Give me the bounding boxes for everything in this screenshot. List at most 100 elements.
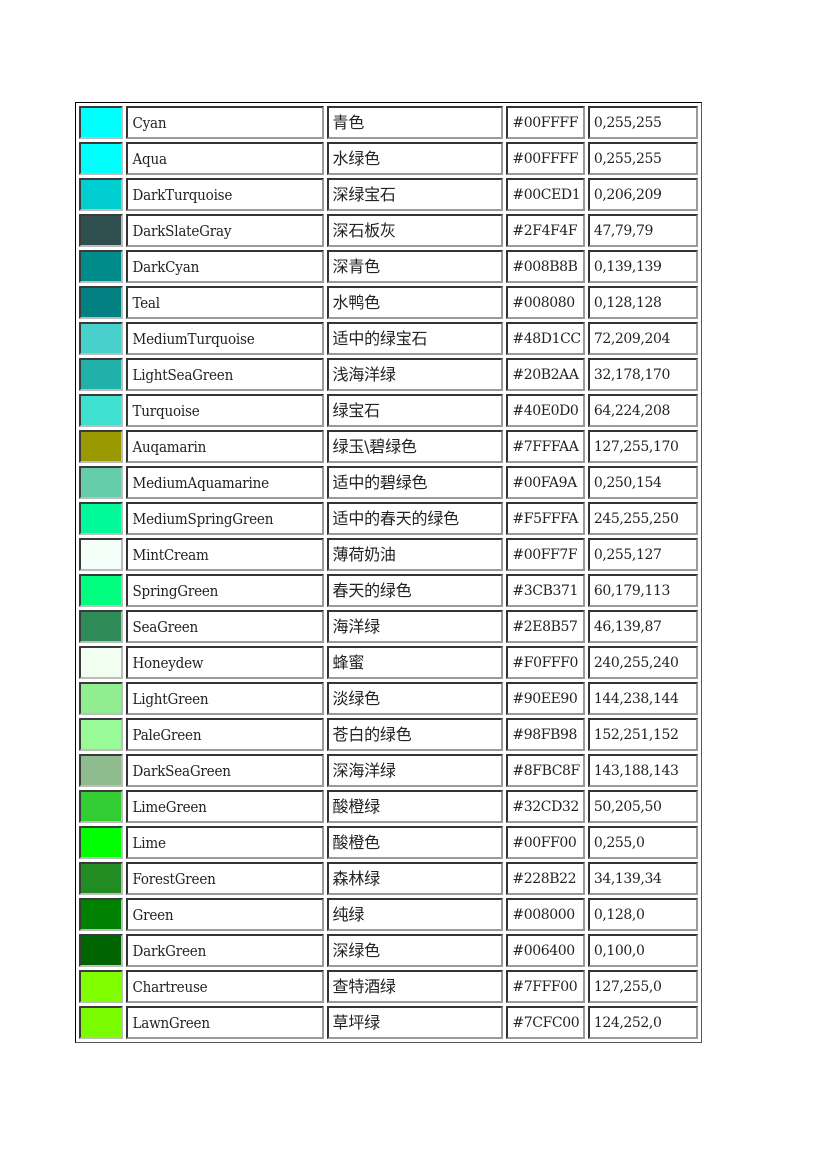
color-swatch [79,862,124,895]
table-row: LimeGreen 酸橙绿 #32CD32 50,205,50 [79,790,698,823]
chinese-name-cell: 酸橙绿 [326,790,504,823]
color-name-cell: DarkTurquoise [126,178,324,211]
hex-code-cell: #7CFC00 [506,1006,585,1039]
color-name-cell: Honeydew [126,646,324,679]
hex-code-cell: #7FFF00 [506,970,585,1003]
hex-code-cell: #00FFFF [506,142,585,175]
color-swatch [79,898,124,931]
rgb-value-cell: 34,139,34 [587,862,698,895]
color-name-cell: Turquoise [126,394,324,427]
hex-code-cell: #48D1CC [506,322,585,355]
color-swatch [79,286,124,319]
chinese-name-cell: 酸橙色 [326,826,504,859]
rgb-value-cell: 46,139,87 [587,610,698,643]
rgb-value-cell: 0,250,154 [587,466,698,499]
table-row: Green 纯绿 #008000 0,128,0 [79,898,698,931]
chinese-name-cell: 绿玉\碧绿色 [326,430,504,463]
hex-code-cell: #008000 [506,898,585,931]
color-swatch [79,430,124,463]
table-row: Teal 水鸭色 #008080 0,128,128 [79,286,698,319]
chinese-name-cell: 春天的绿色 [326,574,504,607]
table-row: Chartreuse 查特酒绿 #7FFF00 127,255,0 [79,970,698,1003]
hex-code-cell: #2F4F4F [506,214,585,247]
color-name-cell: DarkSlateGray [126,214,324,247]
color-table-body: Cyan 青色 #00FFFF 0,255,255 Aqua 水绿色 #00FFFF 0,25… [79,106,698,1039]
rgb-value-cell: 0,206,209 [587,178,698,211]
rgb-value-cell: 124,252,0 [587,1006,698,1039]
table-row: LightGreen 淡绿色 #90EE90 144,238,144 [79,682,698,715]
hex-code-cell: #008080 [506,286,585,319]
color-swatch [79,682,124,715]
color-swatch [79,574,124,607]
color-swatch [79,790,124,823]
color-swatch [79,322,124,355]
hex-code-cell: #F5FFFA [506,502,585,535]
chinese-name-cell: 绿宝石 [326,394,504,427]
rgb-value-cell: 144,238,144 [587,682,698,715]
color-swatch [79,502,124,535]
color-name-cell: DarkGreen [126,934,324,967]
color-swatch [79,826,124,859]
hex-code-cell: #00CED1 [506,178,585,211]
rgb-value-cell: 0,139,139 [587,250,698,283]
color-swatch [79,970,124,1003]
table-row: Cyan 青色 #00FFFF 0,255,255 [79,106,698,139]
hex-code-cell: #7FFFAA [506,430,585,463]
chinese-name-cell: 蜂蜜 [326,646,504,679]
hex-code-cell: #2E8B57 [506,610,585,643]
chinese-name-cell: 纯绿 [326,898,504,931]
color-swatch [79,142,124,175]
hex-code-cell: #20B2AA [506,358,585,391]
chinese-name-cell: 查特酒绿 [326,970,504,1003]
table-row: MediumSpringGreen 适中的春天的绿色 #F5FFFA 245,255,… [79,502,698,535]
chinese-name-cell: 青色 [326,106,504,139]
color-name-cell: Cyan [126,106,324,139]
chinese-name-cell: 水鸭色 [326,286,504,319]
table-row: MediumTurquoise 适中的绿宝石 #48D1CC 72,209,204 [79,322,698,355]
rgb-value-cell: 245,255,250 [587,502,698,535]
color-swatch [79,538,124,571]
color-name-cell: Chartreuse [126,970,324,1003]
chinese-name-cell: 苍白的绿色 [326,718,504,751]
color-name-cell: LightGreen [126,682,324,715]
color-swatch [79,106,124,139]
rgb-value-cell: 60,179,113 [587,574,698,607]
color-name-cell: PaleGreen [126,718,324,751]
table-row: Turquoise 绿宝石 #40E0D0 64,224,208 [79,394,698,427]
table-row: DarkCyan 深青色 #008B8B 0,139,139 [79,250,698,283]
color-swatch [79,610,124,643]
chinese-name-cell: 深青色 [326,250,504,283]
color-swatch [79,646,124,679]
color-name-cell: Aqua [126,142,324,175]
rgb-value-cell: 0,100,0 [587,934,698,967]
color-swatch [79,934,124,967]
color-name-cell: Lime [126,826,324,859]
color-name-cell: DarkCyan [126,250,324,283]
color-name-cell: LightSeaGreen [126,358,324,391]
rgb-value-cell: 0,255,0 [587,826,698,859]
chinese-name-cell: 水绿色 [326,142,504,175]
chinese-name-cell: 深石板灰 [326,214,504,247]
table-row: Auqamarin 绿玉\碧绿色 #7FFFAA 127,255,170 [79,430,698,463]
color-swatch [79,178,124,211]
chinese-name-cell: 深绿色 [326,934,504,967]
color-reference-table: Cyan 青色 #00FFFF 0,255,255 Aqua 水绿色 #00FFFF 0,25… [75,102,702,1043]
hex-code-cell: #32CD32 [506,790,585,823]
hex-code-cell: #00FF00 [506,826,585,859]
rgb-value-cell: 127,255,170 [587,430,698,463]
color-swatch [79,214,124,247]
chinese-name-cell: 适中的碧绿色 [326,466,504,499]
color-swatch [79,250,124,283]
color-swatch [79,466,124,499]
color-name-cell: Green [126,898,324,931]
chinese-name-cell: 适中的春天的绿色 [326,502,504,535]
chinese-name-cell: 淡绿色 [326,682,504,715]
rgb-value-cell: 47,79,79 [587,214,698,247]
table-row: ForestGreen 森林绿 #228B22 34,139,34 [79,862,698,895]
table-row: PaleGreen 苍白的绿色 #98FB98 152,251,152 [79,718,698,751]
chinese-name-cell: 海洋绿 [326,610,504,643]
color-name-cell: MediumAquamarine [126,466,324,499]
color-name-cell: ForestGreen [126,862,324,895]
hex-code-cell: #90EE90 [506,682,585,715]
color-name-cell: Auqamarin [126,430,324,463]
